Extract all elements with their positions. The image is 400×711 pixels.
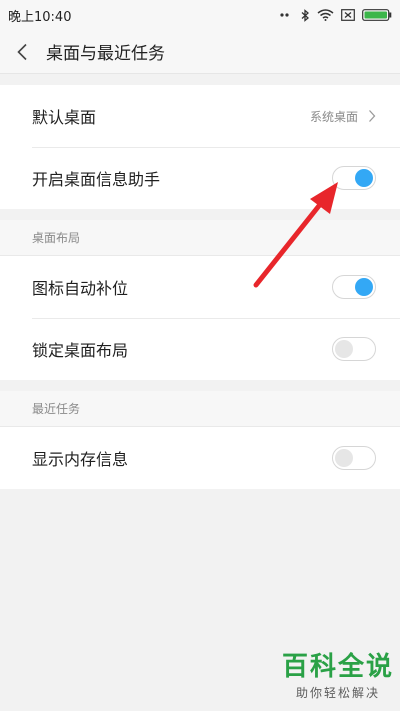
default-desktop-row[interactable]: 默认桌面 系统桌面 bbox=[0, 85, 400, 147]
show-memory-toggle[interactable] bbox=[332, 446, 376, 470]
toggle-knob bbox=[335, 449, 353, 467]
chevron-right-icon bbox=[368, 109, 376, 123]
section-layout: 桌面布局 图标自动补位 锁定桌面布局 bbox=[0, 220, 400, 380]
show-memory-label: 显示内存信息 bbox=[32, 450, 129, 469]
layout-heading: 桌面布局 bbox=[0, 220, 400, 256]
chevron-left-icon bbox=[16, 43, 28, 61]
battery-icon bbox=[362, 9, 392, 21]
lock-layout-row[interactable]: 锁定桌面布局 bbox=[0, 318, 400, 380]
dots-icon bbox=[280, 13, 294, 17]
desktop-assistant-label: 开启桌面信息助手 bbox=[32, 170, 161, 189]
auto-fill-icons-label: 图标自动补位 bbox=[32, 279, 129, 298]
recent-heading: 最近任务 bbox=[0, 391, 400, 427]
default-desktop-label: 默认桌面 bbox=[32, 108, 97, 127]
status-time: 晚上10:40 bbox=[8, 9, 72, 25]
page-title: 桌面与最近任务 bbox=[46, 44, 165, 64]
status-icons bbox=[280, 8, 392, 22]
status-bar: 晚上10:40 bbox=[0, 0, 400, 30]
auto-fill-icons-toggle[interactable] bbox=[332, 275, 376, 299]
section-gap bbox=[0, 209, 400, 220]
section-gap bbox=[0, 74, 400, 85]
wifi-icon bbox=[317, 9, 334, 21]
toggle-knob bbox=[355, 169, 373, 187]
lock-layout-label: 锁定桌面布局 bbox=[32, 341, 129, 360]
toggle-knob bbox=[335, 340, 353, 358]
bluetooth-icon bbox=[301, 8, 310, 22]
watermark-title: 百科全说 bbox=[281, 652, 394, 682]
desktop-assistant-toggle[interactable] bbox=[332, 166, 376, 190]
show-memory-row[interactable]: 显示内存信息 bbox=[0, 427, 400, 489]
lock-layout-toggle[interactable] bbox=[332, 337, 376, 361]
no-sim-icon bbox=[341, 9, 355, 21]
watermark-logo: 百科全说 助你轻松解决 bbox=[282, 652, 394, 701]
back-button[interactable] bbox=[0, 30, 44, 74]
auto-fill-icons-row[interactable]: 图标自动补位 bbox=[0, 256, 400, 318]
header-bar: 桌面与最近任务 bbox=[0, 30, 400, 74]
default-desktop-value: 系统桌面 bbox=[309, 109, 358, 124]
desktop-assistant-row[interactable]: 开启桌面信息助手 bbox=[0, 147, 400, 209]
section-main: 默认桌面 系统桌面 开启桌面信息助手 bbox=[0, 85, 400, 209]
section-recent: 最近任务 显示内存信息 bbox=[0, 391, 400, 489]
section-gap bbox=[0, 380, 400, 391]
watermark-subtitle: 助你轻松解决 bbox=[295, 686, 380, 700]
toggle-knob bbox=[355, 278, 373, 296]
